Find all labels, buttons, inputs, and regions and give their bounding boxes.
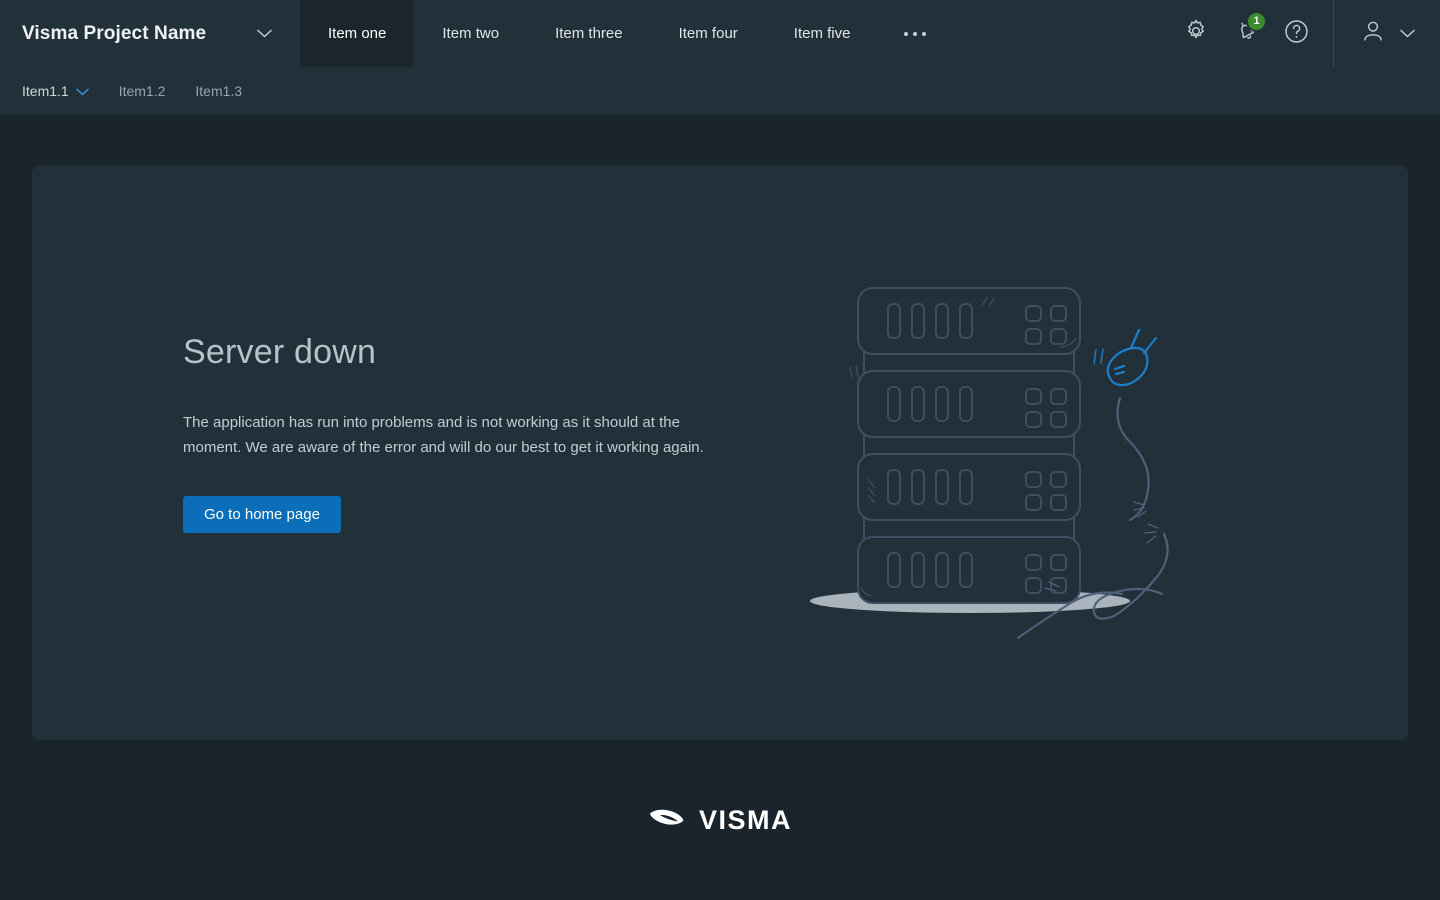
tab-label: Item three (555, 25, 623, 42)
top-header-bar: Visma Project Name Item one Item two Ite… (0, 0, 1440, 67)
more-tabs-button[interactable] (878, 0, 952, 67)
tab-item-two[interactable]: Item two (414, 0, 527, 67)
page-title: Server down (183, 333, 377, 371)
tab-item-five[interactable]: Item five (766, 0, 879, 67)
secondary-nav-bar: Item1.1 Item1.2 Item1.3 (0, 67, 1440, 115)
header-icon-group: 1 (1181, 0, 1333, 67)
page-footer: VISMA (0, 740, 1440, 900)
subnav-item-label: Item1.3 (195, 82, 243, 99)
tab-label: Item two (442, 25, 500, 42)
chevron-down-icon (75, 83, 89, 99)
power-plug-icon (1093, 328, 1158, 387)
error-text-block: Server down The application has run into… (183, 333, 743, 533)
ellipsis-dot-icon (913, 31, 918, 36)
subnav-item-label: Item1.1 (22, 82, 69, 99)
server-rack-unplugged-illustration (802, 270, 1222, 650)
notification-count-badge: 1 (1246, 10, 1267, 32)
help-icon (1283, 18, 1310, 50)
subnav-item-item1-2[interactable]: Item1.2 (119, 83, 166, 99)
settings-button[interactable] (1181, 19, 1211, 49)
tab-item-three[interactable]: Item three (527, 0, 651, 67)
tab-label: Item five (793, 25, 851, 42)
brand-project-name: Visma Project Name (22, 22, 207, 44)
chevron-down-icon[interactable] (257, 29, 272, 38)
card-inner: Server down The application has run into… (32, 165, 1408, 740)
chevron-down-icon (1399, 25, 1415, 43)
notifications-button[interactable]: 1 (1231, 10, 1267, 49)
tab-label: Item one (328, 25, 387, 42)
error-content-card: Server down The application has run into… (32, 165, 1408, 740)
tab-label: Item four (678, 25, 738, 42)
tab-item-four[interactable]: Item four (651, 0, 766, 67)
go-to-home-page-button[interactable]: Go to home page (183, 496, 341, 533)
help-button[interactable] (1281, 19, 1311, 49)
user-profile-menu[interactable] (1333, 0, 1440, 67)
visma-swoosh-icon (648, 804, 686, 837)
subnav-item-label: Item1.2 (118, 82, 166, 99)
gear-icon (1183, 18, 1209, 49)
error-message: The application has run into problems an… (183, 414, 704, 456)
ellipsis-dot-icon (904, 31, 909, 36)
visma-logo: VISMA (648, 804, 792, 837)
user-avatar-icon (1360, 18, 1386, 49)
ellipsis-dot-icon (922, 31, 927, 36)
brand-project-selector[interactable]: Visma Project Name (0, 0, 300, 67)
subnav-item-item1-3[interactable]: Item1.3 (195, 83, 242, 99)
subnav-item-item1-1[interactable]: Item1.1 (22, 83, 89, 99)
visma-logo-text: VISMA (698, 804, 792, 835)
main-nav-tabs: Item one Item two Item three Item four I… (300, 0, 952, 67)
header-actions: 1 (1181, 0, 1440, 67)
tab-item-one[interactable]: Item one (300, 0, 415, 67)
